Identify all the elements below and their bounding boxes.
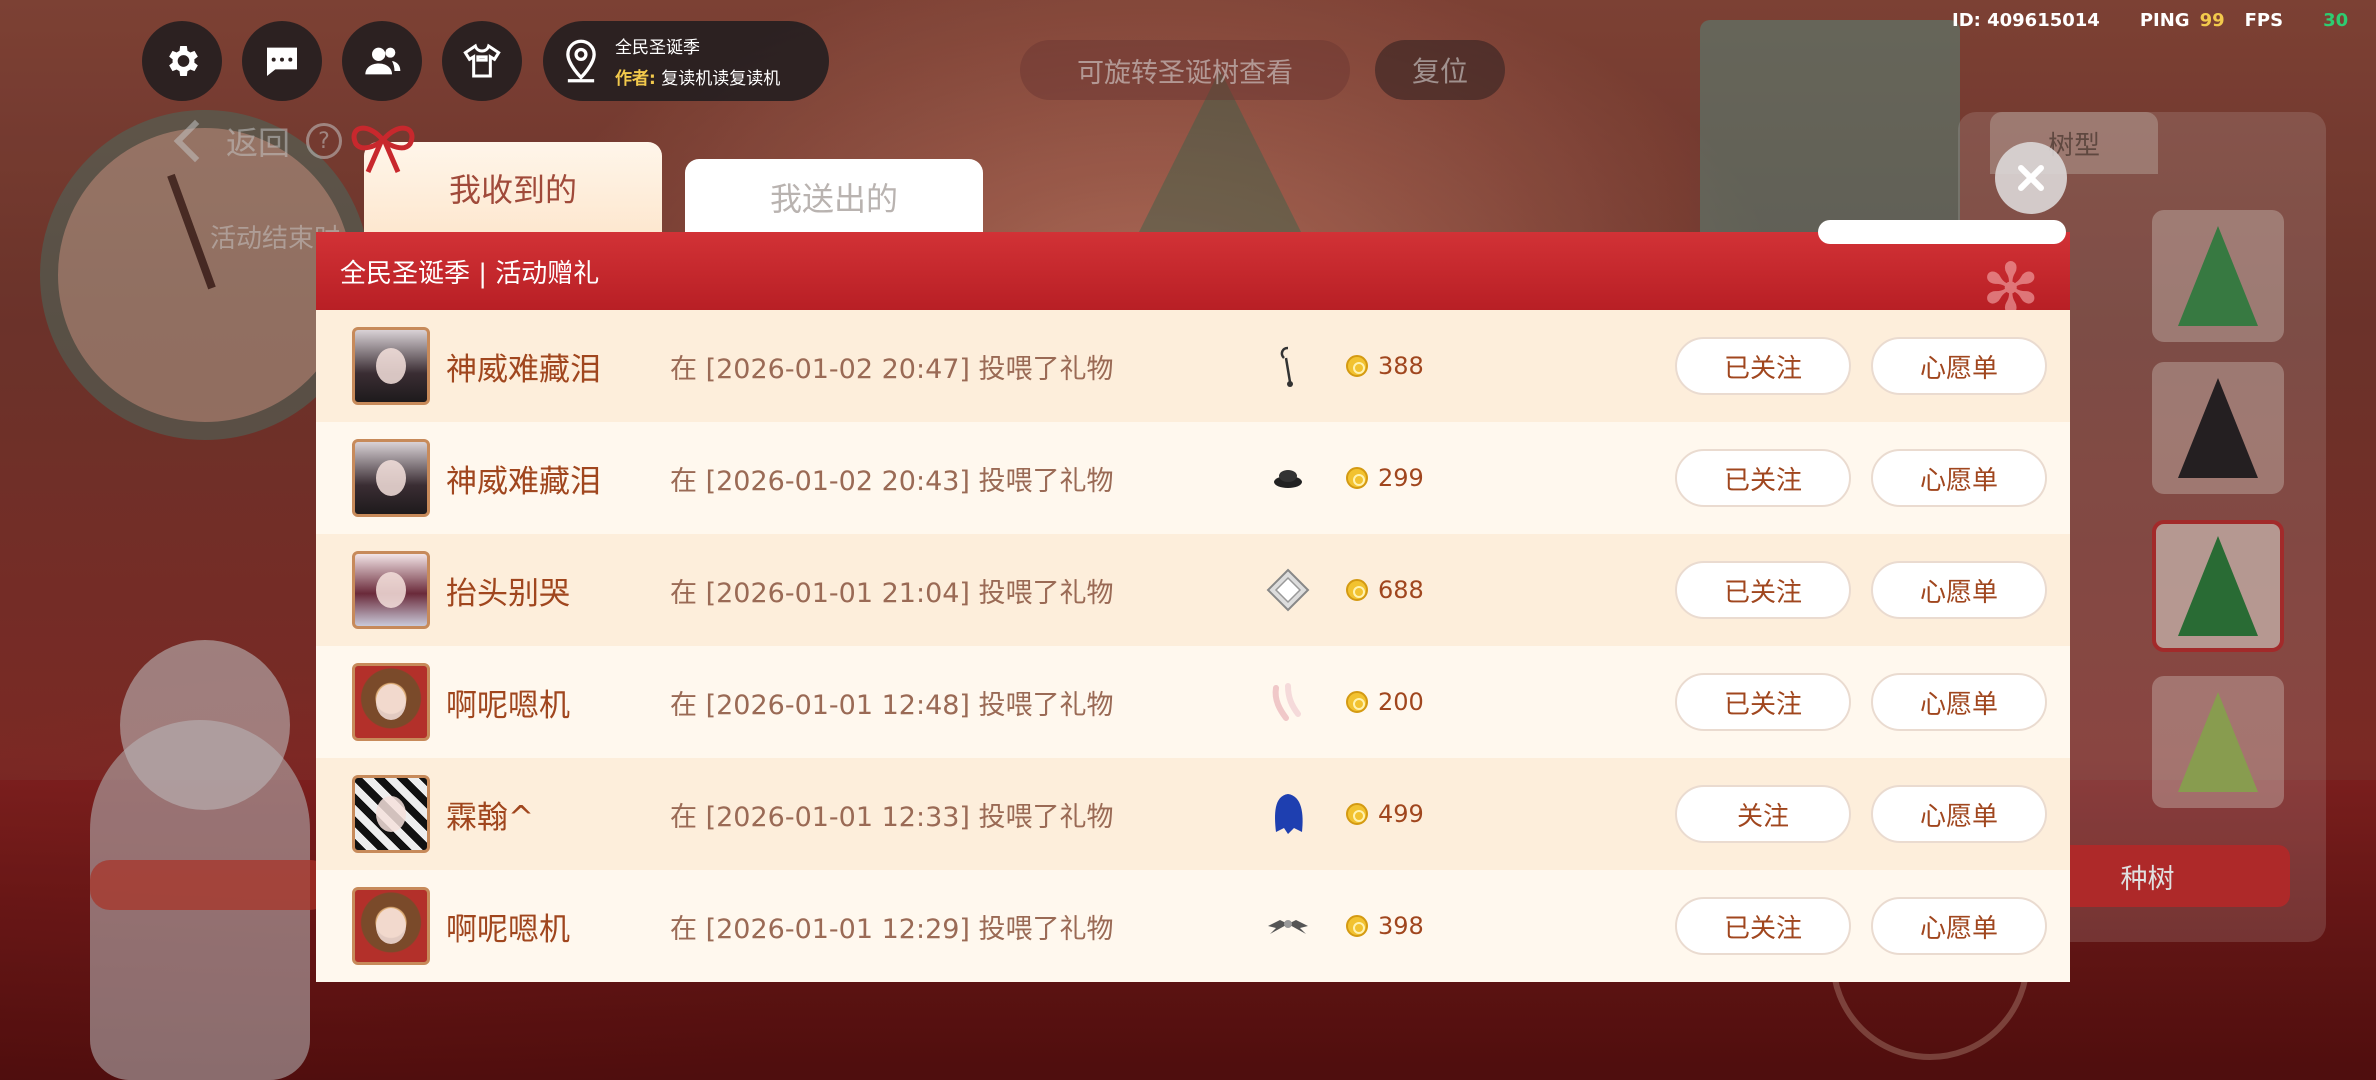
gift-price: 398 <box>1378 912 1424 940</box>
follow-button[interactable]: 已关注 <box>1675 337 1851 395</box>
map-pin-icon <box>566 39 596 83</box>
chat-button[interactable] <box>242 21 322 101</box>
settings-button[interactable] <box>142 21 222 101</box>
follow-button[interactable]: 已关注 <box>1675 561 1851 619</box>
coin-icon <box>1346 467 1368 489</box>
gift-record-row: 啊呢嗯机 在 [2026-01-01 12:29] 投喂了礼物 398 已关注 心愿单 <box>316 870 2070 982</box>
fps-label: FPS <box>2244 10 2284 31</box>
snow-decoration <box>1818 220 2066 244</box>
sender-name[interactable]: 神威难藏泪 <box>446 344 601 389</box>
outfit-button[interactable] <box>442 21 522 101</box>
author-line: 作者: 复读机读复读机 <box>615 64 780 89</box>
modal-header: 全民圣诞季 | 活动赠礼 ✻ <box>316 220 2070 330</box>
coin-icon <box>1346 803 1368 825</box>
tab-sent[interactable]: 我送出的 <box>685 159 983 234</box>
avatar-face <box>376 908 406 944</box>
coin-icon <box>1346 915 1368 937</box>
sender-name[interactable]: 抬头别哭 <box>446 568 570 613</box>
friends-icon <box>365 47 401 75</box>
fps-value: 30 <box>2323 10 2349 31</box>
season-info-pill[interactable]: 全民圣诞季 作者: 复读机读复读机 <box>543 21 829 101</box>
wings-icon <box>1266 904 1310 948</box>
wishlist-button[interactable]: 心愿单 <box>1871 897 2047 955</box>
status-bar: ID: 409615014 PING 99 FPS 30 <box>1952 10 2348 31</box>
close-button[interactable] <box>1995 142 2067 214</box>
gift-time-text: 在 [2026-01-01 12:29] 投喂了礼物 <box>670 913 1114 945</box>
friends-button[interactable] <box>342 21 422 101</box>
coin-icon <box>1346 355 1368 377</box>
avatar[interactable] <box>352 327 430 405</box>
follow-button[interactable]: 关注 <box>1675 785 1851 843</box>
gift-price: 200 <box>1378 688 1424 716</box>
sender-name[interactable]: 啊呢嗯机 <box>446 680 570 725</box>
wishlist-button[interactable]: 心愿单 <box>1871 449 2047 507</box>
gift-record-row: 神威难藏泪 在 [2026-01-02 20:43] 投喂了礼物 299 已关注 心愿单 <box>316 422 2070 534</box>
ribbon-bow-icon <box>351 125 415 173</box>
earring-icon <box>1266 344 1310 388</box>
chat-icon <box>267 47 297 76</box>
hat-icon <box>1266 456 1310 500</box>
outfit-icon <box>463 43 501 78</box>
gift-record-row: 啊呢嗯机 在 [2026-01-01 12:48] 投喂了礼物 200 已关注 心愿单 <box>316 646 2070 758</box>
gift-record-row: 抬头别哭 在 [2026-01-01 21:04] 投喂了礼物 688 已关注 心愿单 <box>316 534 2070 646</box>
gift-list: 神威难藏泪在 [2026-01-02 20:47] 投喂了礼物 388 已关注 心愿单… <box>316 310 2070 982</box>
author-name: 复读机读复读机 <box>661 69 781 89</box>
coin-icon <box>1346 579 1368 601</box>
avatar[interactable] <box>352 551 430 629</box>
wishlist-button[interactable]: 心愿单 <box>1871 785 2047 843</box>
follow-button[interactable]: 已关注 <box>1675 897 1851 955</box>
gift-time-text: 在 [2026-01-01 21:04] 投喂了礼物 <box>670 577 1114 609</box>
gloves-icon <box>1266 680 1310 724</box>
crystal-icon <box>1266 568 1310 612</box>
avatar-face <box>376 572 406 608</box>
ping-label: PING <box>2139 10 2190 31</box>
gift-time-text: 在 [2026-01-01 12:33] 投喂了礼物 <box>670 801 1114 833</box>
avatar[interactable] <box>352 663 430 741</box>
gift-price: 388 <box>1378 352 1424 380</box>
wishlist-button[interactable]: 心愿单 <box>1871 561 2047 619</box>
follow-button[interactable]: 已关注 <box>1675 449 1851 507</box>
gift-time-text: 在 [2026-01-02 20:43] 投喂了礼物 <box>670 465 1114 497</box>
wishlist-button[interactable]: 心愿单 <box>1871 673 2047 731</box>
avatar-face <box>376 348 406 384</box>
gear-icon <box>169 46 198 76</box>
avatar[interactable] <box>352 439 430 517</box>
gift-price: 688 <box>1378 576 1424 604</box>
gift-time-text: 在 [2026-01-01 12:48] 投喂了礼物 <box>670 689 1114 721</box>
author-key: 作者: <box>615 69 656 89</box>
gift-record-row: 神威难藏泪 在 [2026-01-02 20:47] 投喂了礼物 388 已关注 心愿单 <box>316 310 2070 422</box>
gift-price: 299 <box>1378 464 1424 492</box>
gift-price: 499 <box>1378 800 1424 828</box>
blue-hair-icon <box>1266 792 1310 836</box>
gift-record-row: 霖翰^ 在 [2026-01-01 12:33] 投喂了礼物 499 关注 心愿单 <box>316 758 2070 870</box>
season-title: 全民圣诞季 <box>615 38 700 58</box>
wishlist-button[interactable]: 心愿单 <box>1871 337 2047 395</box>
user-id: ID: 409615014 <box>1952 10 2100 31</box>
avatar[interactable] <box>352 887 430 965</box>
coin-icon <box>1346 691 1368 713</box>
avatar-face <box>376 460 406 496</box>
sender-name[interactable]: 啊呢嗯机 <box>446 904 570 949</box>
close-icon <box>2018 165 2044 191</box>
sender-name[interactable]: 神威难藏泪 <box>446 456 601 501</box>
avatar-face <box>376 684 406 720</box>
modal-title: 全民圣诞季 | 活动赠礼 <box>340 258 600 289</box>
follow-button[interactable]: 已关注 <box>1675 673 1851 731</box>
avatar-face <box>376 796 406 832</box>
ping-value: 99 <box>2199 10 2225 31</box>
gift-records-modal: 全民圣诞季 | 活动赠礼 ✻ 神威难藏泪 在 [2026-01-02 20:47]… <box>316 220 2070 982</box>
gift-time-text: 在 [2026-01-02 20:47] 投喂了礼物 <box>670 353 1114 385</box>
sender-name[interactable]: 霖翰^ <box>446 792 534 837</box>
avatar[interactable] <box>352 775 430 853</box>
